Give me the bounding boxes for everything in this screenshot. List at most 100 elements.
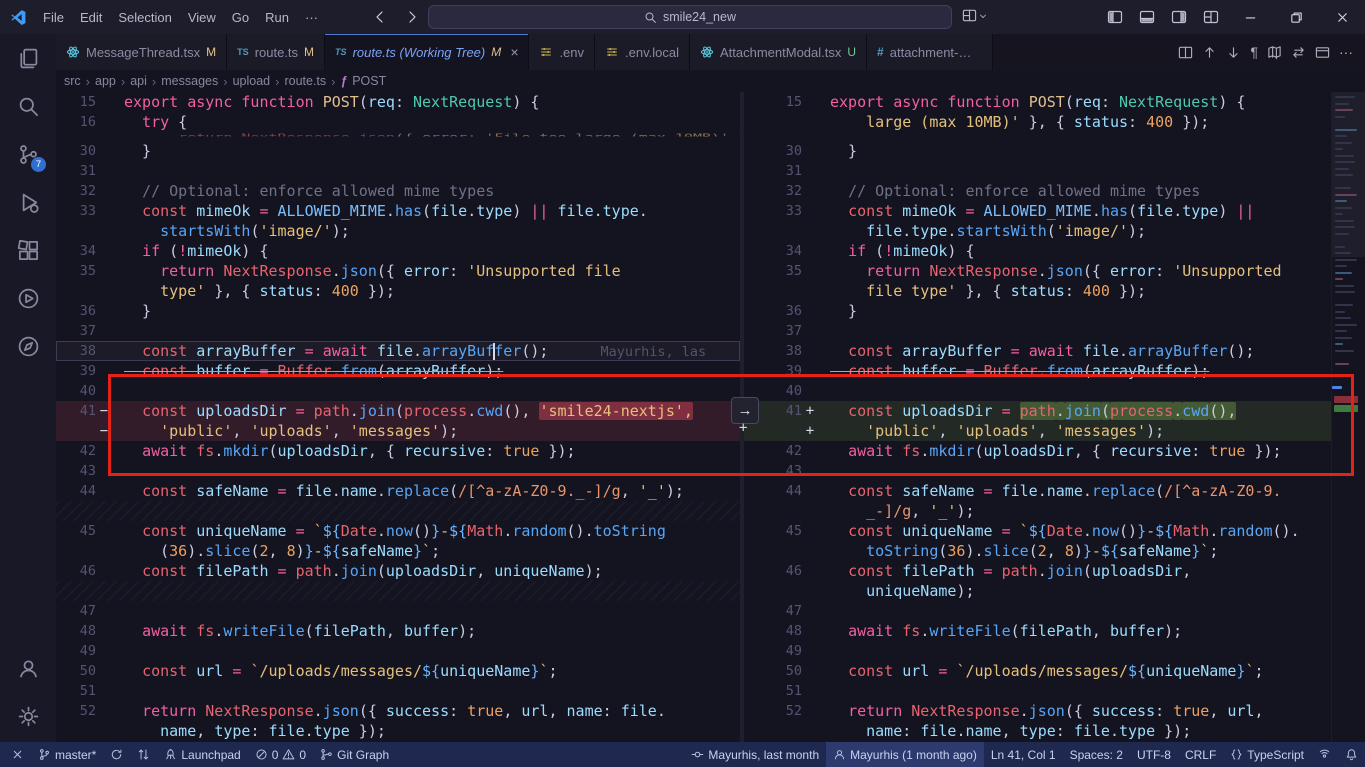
split-button[interactable] [1178, 45, 1193, 60]
tab-messagethread-tsx[interactable]: MessageThread.tsxM [56, 34, 227, 70]
modified-code-line-40[interactable]: 40 [744, 381, 1331, 401]
breadcrumb-app[interactable]: app [95, 74, 116, 88]
status-eol[interactable]: CRLF [1178, 742, 1223, 767]
status-blame-detail[interactable]: Mayurhis (1 month ago) [826, 742, 984, 767]
modified-code-line-36[interactable]: 36 } [744, 301, 1331, 321]
modified-code-line[interactable]: _-]/g, '_'); [744, 501, 1331, 521]
modified-code-line-35[interactable]: 35 return NextResponse.json({ error: 'Un… [744, 261, 1331, 281]
modified-code-line-52[interactable]: 52 return NextResponse.json({ success: t… [744, 701, 1331, 721]
menu-file[interactable]: File [35, 7, 72, 28]
close-window-button[interactable] [1319, 0, 1365, 34]
more-button[interactable]: ··· [1339, 45, 1353, 59]
status-sync-status[interactable] [103, 742, 130, 767]
modified-code-line-33[interactable]: 33 const mimeOk = ALLOWED_MIME.has(file.… [744, 201, 1331, 221]
toggle-sidebar-button[interactable] [1101, 4, 1129, 30]
tab-env[interactable]: .env [529, 34, 595, 70]
status-launchpad[interactable]: Launchpad [157, 742, 247, 767]
modified-code-line-50[interactable]: 50 const url = `/uploads/messages/${uniq… [744, 661, 1331, 681]
original-code-line-33[interactable]: 33 const mimeOk = ALLOWED_MIME.has(file.… [56, 201, 740, 221]
modified-code-line-48[interactable]: 48 await fs.writeFile(filePath, buffer); [744, 621, 1331, 641]
modified-code-line[interactable]: file.type.startsWith('image/'); [744, 221, 1331, 241]
tab-route-ts-working-tree[interactable]: TSroute.ts (Working Tree)M× [325, 34, 529, 70]
original-code-line-50[interactable]: 50 const url = `/uploads/messages/${uniq… [56, 661, 740, 681]
original-code-line[interactable]: − 'public', 'uploads', 'messages'); [56, 421, 740, 441]
activity-explorer[interactable] [4, 34, 52, 82]
original-code-line-46[interactable]: 46 const filePath = path.join(uploadsDir… [56, 561, 740, 581]
breadcrumb-upload[interactable]: upload [233, 74, 271, 88]
tab-route-ts[interactable]: TSroute.tsM [227, 34, 325, 70]
status-encoding[interactable]: UTF-8 [1130, 742, 1178, 767]
original-editor[interactable]: 15export async function POST(req: NextRe… [56, 92, 740, 742]
modified-code-line[interactable]: large (max 10MB)' }, { status: 400 }); [744, 112, 1331, 132]
menu-edit[interactable]: Edit [72, 7, 110, 28]
restore-window-button[interactable] [1273, 0, 1319, 34]
activity-run-panel[interactable] [4, 274, 52, 322]
toggle-secondary-sidebar-button[interactable] [1165, 4, 1193, 30]
pilcrow-button[interactable]: ¶ [1250, 45, 1258, 59]
modified-code-line-41[interactable]: 41+ const uploadsDir = path.join(process… [744, 401, 1331, 421]
tab-env-local[interactable]: .env.local [595, 34, 690, 70]
modified-code-line[interactable]: + 'public', 'uploads', 'messages'); [744, 421, 1331, 441]
original-code-line-38[interactable]: 38 const arrayBuffer = await file.arrayB… [56, 341, 740, 361]
modified-code-line-51[interactable]: 51 [744, 681, 1331, 701]
menu-go[interactable]: Go [224, 7, 257, 28]
modified-code-line-49[interactable]: 49 [744, 641, 1331, 661]
original-code-line[interactable] [56, 581, 740, 601]
original-code-line-48[interactable]: 48 await fs.writeFile(filePath, buffer); [56, 621, 740, 641]
original-code-line-39[interactable]: 39 const buffer = Buffer.from(arrayBuffe… [56, 361, 740, 381]
activity-source-control[interactable]: 7 [4, 130, 52, 178]
status-blame-summary[interactable]: Mayurhis, last month [684, 742, 826, 767]
original-code-line[interactable]: startsWith('image/'); [56, 221, 740, 241]
activity-extensions[interactable] [4, 226, 52, 274]
original-code-line[interactable]: name, type: file.type }); [56, 721, 740, 741]
menu-selection[interactable]: Selection [110, 7, 179, 28]
breadcrumb-route-ts[interactable]: route.ts [284, 74, 326, 88]
status-compare-status[interactable] [130, 742, 157, 767]
modified-code-line-44[interactable]: 44 const safeName = file.name.replace(/[… [744, 481, 1331, 501]
modified-code-line[interactable]: file type' }, { status: 400 }); [744, 281, 1331, 301]
activity-settings[interactable] [4, 692, 52, 740]
status-branch-status[interactable]: master* [31, 742, 103, 767]
modified-editor[interactable]: 15export async function POST(req: NextRe… [744, 92, 1331, 742]
swap-button[interactable] [1291, 45, 1306, 60]
menu-overflow[interactable]: ··· [297, 7, 326, 28]
original-code-line-40[interactable]: 40 [56, 381, 740, 401]
activity-search[interactable] [4, 82, 52, 130]
original-code-line-51[interactable]: 51 [56, 681, 740, 701]
activity-accounts[interactable] [4, 644, 52, 692]
modified-code-line-38[interactable]: 38 const arrayBuffer = await file.arrayB… [744, 341, 1331, 361]
close-icon[interactable]: × [510, 44, 518, 60]
menu-view[interactable]: View [180, 7, 224, 28]
modified-code-line-46[interactable]: 46 const filePath = path.join(uploadsDir… [744, 561, 1331, 581]
tab-attachment-mod[interactable]: #attachment-mod [867, 34, 993, 70]
layout-control[interactable] [962, 8, 988, 23]
modified-code-line[interactable]: uniqueName); [744, 581, 1331, 601]
modified-code-line[interactable]: toString(36).slice(2, 8)}-${safeName}`; [744, 541, 1331, 561]
breadcrumb[interactable]: src›app›api›messages›upload›route.ts›ƒPO… [56, 70, 1365, 92]
modified-code-line-45[interactable]: 45 const uniqueName = `${Date.now()}-${M… [744, 521, 1331, 541]
modified-code-line-37[interactable]: 37 [744, 321, 1331, 341]
status-language-mode[interactable]: TypeScript [1223, 742, 1311, 767]
original-code-line-47[interactable]: 47 [56, 601, 740, 621]
modified-code-line-30[interactable]: 30 } [744, 141, 1331, 161]
modified-code-line-47[interactable]: 47 [744, 601, 1331, 621]
arrow-up-button[interactable] [1202, 45, 1217, 60]
menu-run[interactable]: Run [257, 7, 297, 28]
command-center[interactable]: smile24_new [428, 5, 952, 29]
modified-code-line-15[interactable]: 15export async function POST(req: NextRe… [744, 92, 1331, 112]
status-git-graph[interactable]: Git Graph [313, 742, 396, 767]
tab-attachmentmodal-tsx[interactable]: AttachmentModal.tsxU [690, 34, 867, 70]
activity-run-and-debug[interactable] [4, 178, 52, 226]
original-code-line-44[interactable]: 44 const safeName = file.name.replace(/[… [56, 481, 740, 501]
modified-code-line-42[interactable]: 42 await fs.mkdir(uploadsDir, { recursiv… [744, 441, 1331, 461]
modified-code-line-34[interactable]: 34 if (!mimeOk) { [744, 241, 1331, 261]
original-code-line-41[interactable]: 41− const uploadsDir = path.join(process… [56, 401, 740, 421]
original-code-line-32[interactable]: 32 // Optional: enforce allowed mime typ… [56, 181, 740, 201]
original-code-line[interactable]: return NextResponse.json({ error: 'File … [56, 132, 740, 141]
original-code-line-43[interactable]: 43 [56, 461, 740, 481]
breadcrumb-src[interactable]: src [64, 74, 81, 88]
original-code-line-36[interactable]: 36 } [56, 301, 740, 321]
original-code-line-15[interactable]: 15export async function POST(req: NextRe… [56, 92, 740, 112]
original-code-line-30[interactable]: 30 } [56, 141, 740, 161]
modified-code-line[interactable]: name: file.name, type: file.type }); [744, 721, 1331, 741]
